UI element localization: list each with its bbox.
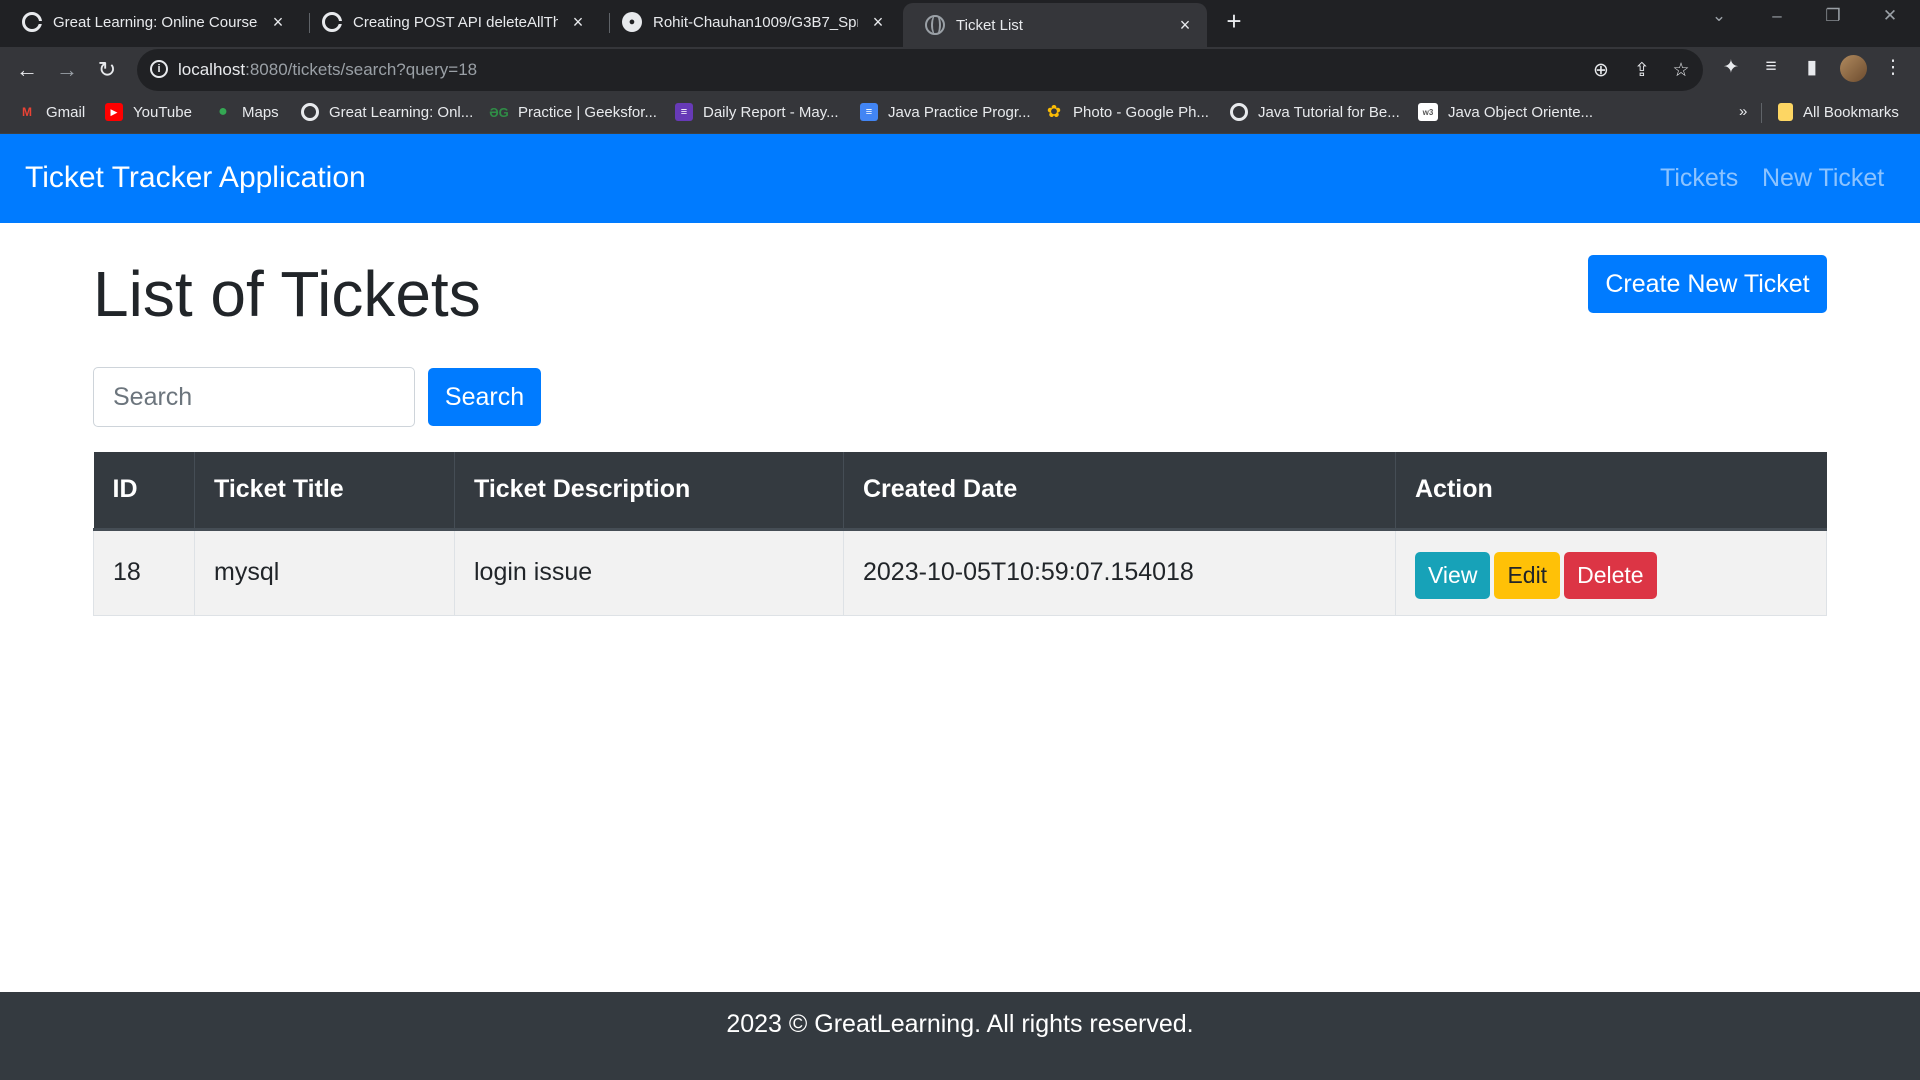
reload-icon[interactable]: ↻ — [93, 56, 121, 84]
bookmark-label: All Bookmarks — [1803, 103, 1899, 121]
bookmark-item[interactable]: M Gmail — [18, 103, 85, 121]
forward-icon[interactable]: → — [53, 56, 81, 84]
delete-button[interactable]: Delete — [1564, 552, 1657, 599]
cell-actions: View Edit Delete — [1395, 529, 1827, 616]
restore-icon[interactable]: ❐ — [1818, 6, 1848, 26]
cell-id: 18 — [93, 529, 195, 616]
w3schools-icon: w3 — [1418, 103, 1438, 121]
extensions-icon[interactable]: ✦ — [1718, 56, 1744, 79]
close-icon[interactable]: × — [268, 12, 288, 33]
bookmark-label: Java Practice Progr... — [888, 103, 1031, 121]
browser-tabstrip: Great Learning: Online Courses, × Creati… — [0, 0, 1920, 47]
bookmark-label: Daily Report - May... — [703, 103, 839, 121]
folder-icon — [1778, 103, 1793, 121]
close-icon[interactable]: × — [1175, 15, 1195, 36]
youtube-icon: ▶ — [105, 103, 123, 121]
maps-icon: ● — [218, 103, 228, 120]
bookmark-item[interactable]: ≡ Daily Report - May... — [675, 103, 839, 121]
menu-icon[interactable]: ⋮ — [1880, 56, 1906, 79]
column-header-created-date: Created Date — [843, 452, 1396, 531]
app-navbar: Ticket Tracker Application Tickets New T… — [0, 134, 1920, 223]
tab-title: Creating POST API deleteAllThe — [353, 13, 558, 31]
cell-title: mysql — [194, 529, 455, 616]
google-icon — [1230, 103, 1248, 121]
column-header-description: Ticket Description — [454, 452, 844, 531]
bookmark-label: Gmail — [46, 103, 86, 121]
column-header-title: Ticket Title — [194, 452, 455, 531]
tickets-table: ID Ticket Title Ticket Description Creat… — [93, 452, 1827, 616]
google-icon — [322, 12, 342, 32]
url-text[interactable]: localhost:8080/tickets/search?query=18 — [178, 60, 477, 80]
browser-tab[interactable]: Great Learning: Online Courses, × — [0, 4, 300, 40]
zoom-icon[interactable]: ⊕ — [1589, 59, 1613, 82]
browser-tab[interactable]: Creating POST API deleteAllThe × — [300, 4, 600, 40]
gmail-icon: M — [22, 105, 32, 119]
bookmark-item[interactable]: ✿ Photo - Google Ph... — [1045, 102, 1209, 121]
bookmark-label: Java Tutorial for Be... — [1258, 103, 1400, 121]
close-window-icon[interactable]: ✕ — [1875, 6, 1905, 26]
tab-search-icon[interactable]: ⌄ — [1704, 6, 1734, 26]
view-button[interactable]: View — [1415, 552, 1491, 599]
docs-icon: ≡ — [860, 103, 878, 121]
minimize-icon[interactable]: – — [1762, 6, 1792, 26]
globe-icon — [925, 15, 945, 35]
cell-description: login issue — [454, 529, 844, 616]
browser-tab-active[interactable]: Ticket List × — [903, 3, 1207, 47]
address-bar[interactable]: i localhost:8080/tickets/search?query=18… — [137, 49, 1703, 91]
google-icon — [301, 103, 319, 121]
google-icon — [22, 12, 42, 32]
close-icon[interactable]: × — [568, 12, 588, 33]
bookmark-item[interactable]: ▶ YouTube — [105, 103, 192, 121]
bookmarks-divider — [1761, 103, 1762, 123]
tab-title: Great Learning: Online Courses, — [53, 13, 258, 31]
bookmarks-overflow-button[interactable]: » — [1739, 103, 1747, 120]
site-info-icon[interactable]: i — [150, 60, 168, 78]
bookmark-label: Great Learning: Onl... — [329, 103, 474, 121]
back-icon[interactable]: ← — [13, 56, 41, 84]
page-title: List of Tickets — [93, 258, 481, 330]
side-panel-icon[interactable]: ▮ — [1799, 56, 1825, 79]
photos-icon: ✿ — [1046, 102, 1062, 121]
search-input[interactable] — [93, 367, 415, 427]
bookmark-item[interactable]: Great Learning: Onl... — [301, 103, 473, 121]
navbar-brand[interactable]: Ticket Tracker Application — [25, 161, 366, 195]
tab-title: Ticket List — [956, 16, 1023, 34]
tab-title: Rohit-Chauhan1009/G3B7_Sprin — [653, 13, 858, 31]
close-icon[interactable]: × — [868, 12, 888, 33]
bookmark-item[interactable]: ƏG Practice | Geeksfor... — [489, 103, 657, 121]
edit-button[interactable]: Edit — [1494, 552, 1561, 599]
column-header-action: Action — [1395, 452, 1827, 531]
cell-created-date: 2023-10-05T10:59:07.154018 — [843, 529, 1396, 616]
search-button[interactable]: Search — [428, 368, 541, 426]
table-header-row: ID Ticket Title Ticket Description Creat… — [93, 452, 1827, 531]
create-new-ticket-button[interactable]: Create New Ticket — [1588, 255, 1827, 313]
forms-icon: ≡ — [675, 103, 693, 121]
bookmark-label: Practice | Geeksfor... — [518, 103, 657, 121]
bookmark-label: Photo - Google Ph... — [1073, 103, 1209, 121]
github-icon: ● — [622, 12, 642, 32]
column-header-id: ID — [93, 452, 195, 531]
share-icon[interactable]: ⇪ — [1630, 59, 1654, 82]
bookmark-item[interactable]: Java Tutorial for Be... — [1230, 103, 1400, 121]
nav-link-new-ticket[interactable]: New Ticket — [1762, 164, 1884, 193]
profile-avatar[interactable] — [1840, 55, 1867, 82]
nav-link-tickets[interactable]: Tickets — [1660, 164, 1738, 193]
bookmarks-bar: M Gmail ▶ YouTube ● Maps Great Learning:… — [0, 93, 1920, 134]
bookmark-label: YouTube — [133, 103, 192, 121]
geeksforgeeks-icon: ƏG — [489, 104, 509, 120]
page-footer: 2023 © GreatLearning. All rights reserve… — [0, 992, 1920, 1080]
bookmark-item[interactable]: ● Maps — [214, 103, 279, 121]
media-control-icon[interactable]: ≡ — [1758, 56, 1784, 78]
bookmark-label: Maps — [242, 103, 279, 121]
table-row: 18 mysql login issue 2023-10-05T10:59:07… — [93, 529, 1827, 616]
browser-tab[interactable]: ● Rohit-Chauhan1009/G3B7_Sprin × — [600, 4, 900, 40]
new-tab-button[interactable]: + — [1220, 8, 1248, 36]
bookmark-label: Java Object Oriente... — [1448, 103, 1594, 121]
all-bookmarks[interactable]: All Bookmarks — [1778, 103, 1899, 121]
bookmark-star-icon[interactable]: ☆ — [1669, 59, 1693, 82]
footer-text: 2023 © GreatLearning. All rights reserve… — [726, 1010, 1194, 1038]
browser-toolbar: ← → ↻ i localhost:8080/tickets/search?qu… — [0, 47, 1920, 93]
bookmark-item[interactable]: w3 Java Object Oriente... — [1418, 103, 1593, 121]
bookmark-item[interactable]: ≡ Java Practice Progr... — [860, 103, 1031, 121]
